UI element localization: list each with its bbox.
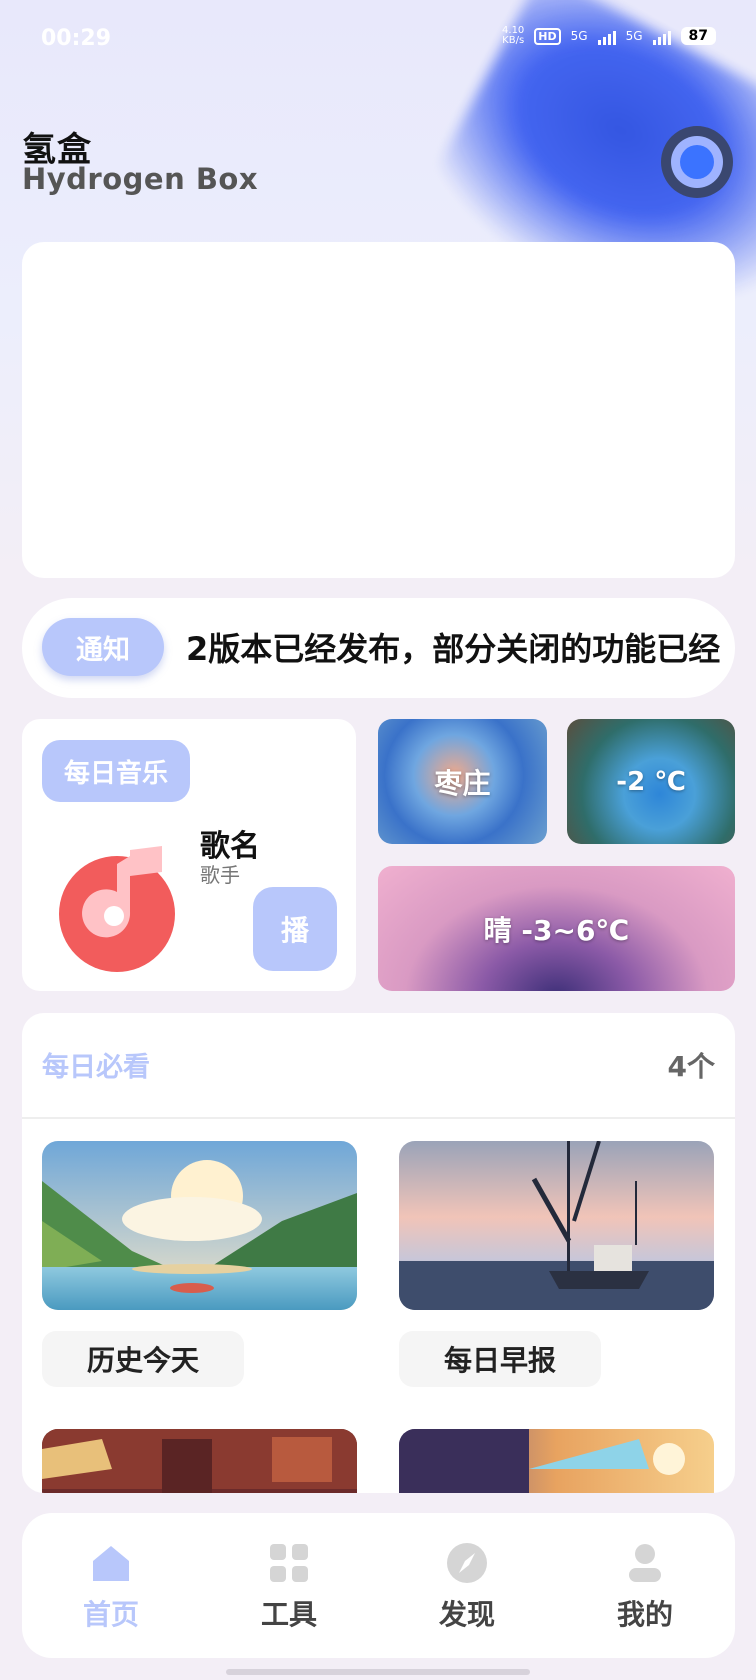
status-icons: 4.10 KB/s HD 5G 5G 87 (502, 26, 716, 46)
daily-must-see-card: 每日必看 4个 历史今天 每日早报 (22, 1013, 735, 1493)
notice-text: 2版本已经发布，部分关闭的功能已经 (186, 630, 721, 668)
daily-title: 每日必看 (42, 1052, 150, 1083)
notice-bar[interactable]: 通知 2版本已经发布，部分关闭的功能已经 (22, 598, 735, 698)
signal-2-label: 5G (625, 29, 643, 43)
divider (22, 1117, 735, 1119)
cafe-street-illustration[interactable] (42, 1429, 357, 1493)
hd-icon: HD (534, 27, 561, 45)
play-button[interactable]: 播 (253, 887, 337, 971)
lake-mountains-illustration[interactable] (42, 1141, 357, 1310)
home-indicator[interactable] (226, 1669, 530, 1675)
battery-icon: 87 (680, 27, 716, 45)
music-note-icon (59, 846, 175, 972)
notice-tag: 通知 (42, 618, 164, 676)
signal-1-label: 5G (570, 29, 588, 43)
signal-2-icon (652, 27, 671, 45)
avatar-button[interactable] (661, 126, 733, 198)
signal-1-icon (597, 27, 616, 45)
nav-label-tools: 工具 (260, 1598, 317, 1631)
avatar-ring-icon (671, 136, 723, 188)
banner-card[interactable] (22, 242, 735, 578)
daily-count: 4个 (667, 1050, 715, 1083)
nav-item-tools[interactable]: 工具 (229, 1541, 349, 1633)
nav-item-home[interactable]: 首页 (51, 1541, 171, 1633)
weather-forecast-tile[interactable]: 晴 -3~6℃ (378, 866, 735, 991)
fishing-boat-illustration[interactable] (399, 1141, 714, 1310)
daily-item-label[interactable]: 历史今天 (42, 1331, 244, 1387)
status-bar: 00:29 4.10 KB/s HD 5G 5G 87 (0, 0, 756, 82)
status-time: 00:29 (41, 26, 112, 51)
app-subtitle: Hydrogen Box (22, 162, 259, 196)
weather-temperature-tile[interactable]: -2 ℃ (567, 719, 735, 844)
song-artist: 歌手 (200, 863, 240, 887)
nav-label-home: 首页 (82, 1598, 139, 1631)
nav-label-mine: 我的 (616, 1598, 673, 1631)
daily-item-label[interactable]: 每日早报 (399, 1331, 601, 1387)
nav-item-discover[interactable]: 发现 (407, 1541, 527, 1633)
grid-icon (270, 1544, 308, 1582)
rooftop-umbrella-illustration[interactable] (399, 1429, 714, 1493)
nav-item-mine[interactable]: 我的 (585, 1541, 705, 1633)
home-icon (93, 1546, 129, 1581)
bottom-nav: 首页 工具 发现 我的 (22, 1513, 735, 1658)
daily-music-card[interactable]: 每日音乐 歌名 歌手 播 (22, 719, 356, 991)
compass-icon (447, 1543, 487, 1583)
nav-label-discover: 发现 (438, 1598, 495, 1631)
network-speed: 4.10 KB/s (502, 25, 525, 46)
user-icon (629, 1544, 661, 1582)
music-tag: 每日音乐 (42, 740, 190, 802)
weather-city-tile[interactable]: 枣庄 (378, 719, 547, 844)
